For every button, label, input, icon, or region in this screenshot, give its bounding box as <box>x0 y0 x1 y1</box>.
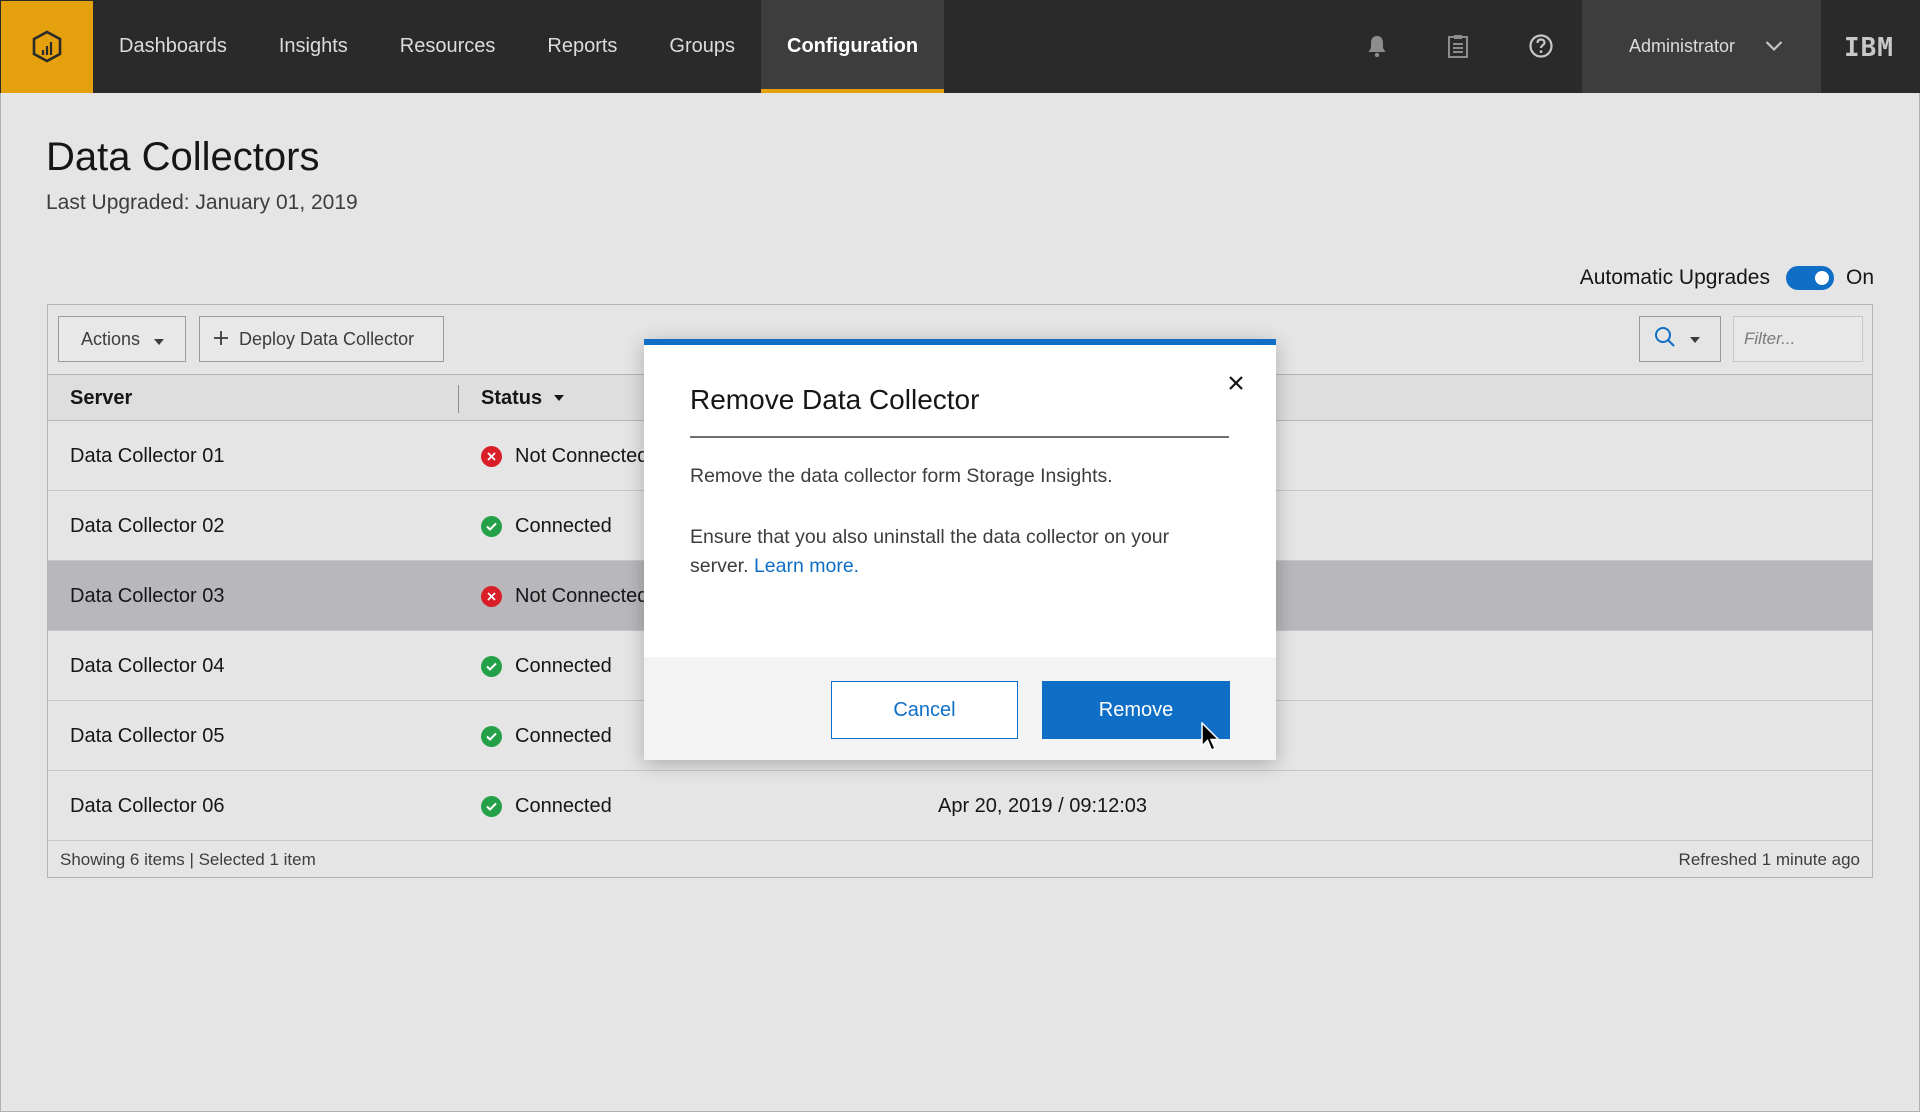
nav-item-insights[interactable]: Insights <box>253 0 374 93</box>
nav-menu: Dashboards Insights Resources Reports Gr… <box>93 0 945 93</box>
dialog-divider <box>690 436 1229 438</box>
nav-item-resources[interactable]: Resources <box>374 0 522 93</box>
search-button[interactable] <box>1639 316 1721 362</box>
status-text: Not Connected <box>515 584 649 607</box>
caret-down-icon <box>1690 330 1700 348</box>
date-cell: Apr 20, 2019 / 09:12:03 <box>938 794 1148 817</box>
nav-item-groups[interactable]: Groups <box>643 0 761 93</box>
nav-item-configuration[interactable]: Configuration <box>761 0 945 93</box>
checkmark-icon <box>481 515 502 537</box>
page-title: Data Collectors <box>46 135 320 179</box>
refreshed-text: Refreshed 1 minute ago <box>1678 850 1860 869</box>
item-count-text: Showing 6 items | Selected 1 item <box>60 850 316 869</box>
actions-button[interactable]: Actions <box>58 316 186 362</box>
server-cell: Data Collector 02 <box>70 514 225 537</box>
checkmark-icon <box>481 655 502 677</box>
filter-input[interactable] <box>1733 316 1863 362</box>
deploy-label: Deploy Data Collector <box>239 328 415 349</box>
cancel-button[interactable]: Cancel <box>831 681 1018 739</box>
status-cell: Connected <box>481 631 612 701</box>
last-upgraded-text: Last Upgraded: January 01, 2019 <box>46 191 358 214</box>
status-cell: Not Connected <box>481 421 648 491</box>
toggle-state-label: On <box>1845 266 1874 289</box>
status-cell: Connected <box>481 491 612 561</box>
status-text: Connected <box>515 724 612 747</box>
error-icon <box>481 585 502 607</box>
user-menu[interactable]: Administrator <box>1582 0 1821 93</box>
dialog-note: Ensure that you also uninstall the data … <box>690 523 1230 581</box>
user-name: Administrator <box>1629 36 1736 56</box>
top-navigation: Dashboards Insights Resources Reports Gr… <box>0 0 1920 93</box>
status-text: Connected <box>515 514 612 537</box>
dialog-title: Remove Data Collector <box>690 384 980 415</box>
table-row[interactable]: Data Collector 06 Connected Apr 20, 2019 /… <box>48 771 1872 841</box>
table-footer: Showing 6 items | Selected 1 item Refres… <box>48 843 1872 877</box>
dialog-footer: Cancel Remove <box>644 657 1276 760</box>
checkmark-icon <box>481 725 502 747</box>
server-cell: Data Collector 05 <box>70 724 225 747</box>
status-text: Connected <box>515 794 612 817</box>
status-text: Connected <box>515 654 612 677</box>
actions-label: Actions <box>81 328 141 349</box>
plus-icon <box>214 329 228 350</box>
server-cell: Data Collector 04 <box>70 654 225 677</box>
remove-data-collector-dialog: Remove Data Collector Remove the data co… <box>644 339 1276 760</box>
ibm-logo: IBM <box>1844 33 1894 63</box>
sort-caret-icon <box>554 395 565 401</box>
learn-more-link[interactable]: Learn more. <box>754 555 859 577</box>
column-divider <box>458 385 459 413</box>
column-header-status[interactable]: Status <box>481 375 565 421</box>
server-cell: Data Collector 01 <box>70 444 225 467</box>
dialog-message: Remove the data collector form Storage I… <box>690 465 1113 487</box>
status-header-label: Status <box>481 386 543 409</box>
server-cell: Data Collector 03 <box>70 584 225 607</box>
search-icon <box>1654 326 1676 353</box>
nav-item-reports[interactable]: Reports <box>521 0 643 93</box>
deploy-data-collector-button[interactable]: Deploy Data Collector <box>199 316 444 362</box>
clipboard-icon[interactable] <box>1442 30 1474 62</box>
checkmark-icon <box>481 795 502 817</box>
status-cell: Connected <box>481 771 612 841</box>
automatic-upgrades-label: Automatic Upgrades <box>1579 266 1770 289</box>
automatic-upgrades-toggle[interactable] <box>1785 266 1834 290</box>
column-header-server[interactable]: Server <box>70 375 132 421</box>
storage-insights-logo-icon[interactable] <box>1 1 93 93</box>
status-cell: Not Connected <box>481 561 648 631</box>
server-cell: Data Collector 06 <box>70 794 225 817</box>
help-icon[interactable] <box>1525 30 1557 62</box>
automatic-upgrades: Automatic Upgrades On <box>1580 266 1874 290</box>
error-icon <box>481 445 502 467</box>
status-cell: Connected <box>481 701 612 771</box>
mouse-pointer-icon <box>1201 721 1221 757</box>
nav-item-dashboards[interactable]: Dashboards <box>93 0 253 93</box>
chevron-down-icon <box>1765 36 1783 57</box>
bell-icon[interactable] <box>1361 30 1393 62</box>
status-text: Not Connected <box>515 444 649 467</box>
close-icon[interactable] <box>1218 365 1254 401</box>
caret-down-icon <box>154 329 165 350</box>
